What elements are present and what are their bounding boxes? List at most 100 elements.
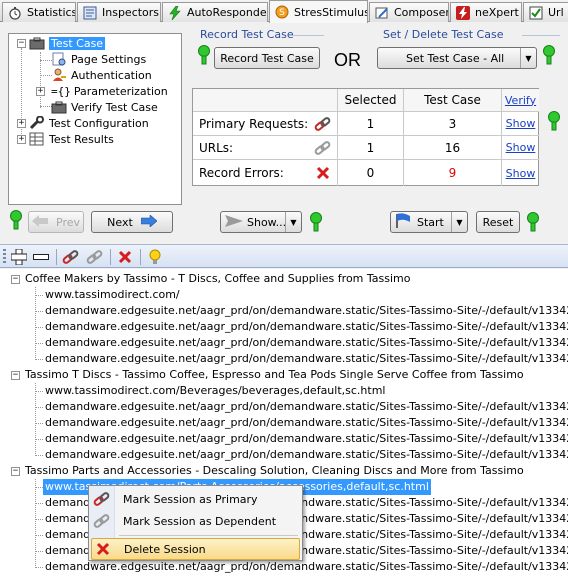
- collapse-toggle[interactable]: −: [11, 371, 20, 380]
- next-button[interactable]: Next: [91, 211, 173, 233]
- lightbulb-icon[interactable]: [146, 248, 164, 266]
- tree-node-test-results[interactable]: Test Results: [29, 131, 114, 147]
- start-button[interactable]: Start ▼: [390, 211, 468, 233]
- arrow-left-icon: [32, 214, 48, 230]
- expand-toggle[interactable]: +: [36, 87, 45, 96]
- results-grid-icon: [29, 132, 45, 146]
- session-row[interactable]: demandware.edgesuite.net/aagr_prd/on/dem…: [45, 399, 568, 415]
- session-row[interactable]: demandware.edgesuite.net/aagr_prd/on/dem…: [45, 351, 568, 367]
- menu-item-delete-session[interactable]: Delete Session: [91, 538, 300, 560]
- show-link[interactable]: Show: [502, 136, 539, 160]
- tab-stresstimulus[interactable]: S StresStimulus: [269, 0, 368, 23]
- status-light-green-icon: [548, 110, 560, 132]
- toolbar-grip[interactable]: [3, 249, 6, 265]
- tree-node-label: Test Results: [49, 132, 114, 146]
- menu-item-mark-dependent[interactable]: Mark Session as Dependent: [91, 510, 300, 532]
- tree-node-test-configuration[interactable]: Test Configuration: [29, 115, 149, 131]
- briefcase-icon: [51, 100, 67, 114]
- compose-icon: [374, 5, 390, 21]
- tree-node-page-settings[interactable]: Page Settings: [51, 51, 146, 67]
- show-link[interactable]: Show: [502, 160, 539, 186]
- tree-node-authentication[interactable]: Authentication: [51, 67, 152, 83]
- red-x-icon[interactable]: [116, 248, 134, 266]
- tree-node-label: Authentication: [71, 68, 152, 82]
- prev-button[interactable]: Prev: [28, 211, 84, 233]
- tab-label: Composer: [394, 6, 449, 19]
- red-x-icon: [309, 160, 338, 186]
- tab-statistics[interactable]: Statistics: [2, 2, 76, 22]
- set-group-title: Set / Delete Test Case: [383, 28, 504, 41]
- wrench-icon: [29, 116, 45, 130]
- session-row[interactable]: demandware.edgesuite.net/aagr_prd/on/dem…: [45, 415, 568, 431]
- chain-link-icon[interactable]: [62, 248, 80, 266]
- session-row[interactable]: demandware.edgesuite.net/aagr_prd/on/dem…: [45, 447, 568, 463]
- tab-label: Url Re: [548, 6, 568, 19]
- chevron-down-icon[interactable]: ▼: [520, 48, 536, 68]
- chevron-down-icon[interactable]: ▼: [285, 212, 301, 232]
- session-row[interactable]: demandware.edgesuite.net/aagr_prd/on/dem…: [45, 319, 568, 335]
- session-row[interactable]: demandware.edgesuite.net/aagr_prd/on/dem…: [45, 335, 568, 351]
- session-group-title[interactable]: Coffee Makers by Tassimo - T Discs, Coff…: [25, 271, 410, 287]
- session-row[interactable]: www.tassimodirect.com/Beverages/beverage…: [45, 383, 385, 399]
- show-link[interactable]: Show: [502, 112, 539, 136]
- tab-label: StresStimulus: [294, 5, 368, 19]
- stats-test-case-value: 3: [404, 112, 502, 136]
- tab-url-rewrite[interactable]: Url Re: [523, 2, 568, 22]
- record-group-title: Record Test Case: [200, 28, 294, 41]
- stats-selected-value: 1: [338, 136, 404, 160]
- arrow-right-icon: [140, 213, 158, 230]
- set-test-case-dropdown[interactable]: Set Test Case - All ▼: [377, 47, 537, 69]
- tab-composer[interactable]: Composer: [369, 2, 449, 22]
- red-x-icon: [92, 540, 114, 558]
- stats-row-label: Primary Requests:: [193, 112, 309, 136]
- collapse-all-icon[interactable]: [32, 248, 50, 266]
- session-row[interactable]: demandware.edgesuite.net/aagr_prd/on/dem…: [45, 431, 568, 447]
- svg-text:S: S: [279, 8, 285, 18]
- menu-item-mark-primary[interactable]: Mark Session as Primary: [91, 488, 300, 510]
- tree-node-label: Page Settings: [71, 52, 147, 66]
- send-icon: [225, 214, 243, 231]
- show-dropdown-button[interactable]: Show... ▼: [220, 211, 302, 233]
- session-group-title[interactable]: Tassimo T Discs - Tassimo Coffee, Espres…: [25, 367, 524, 383]
- status-light-green-icon: [543, 44, 555, 66]
- session-row[interactable]: demandware.edgesuite.net/aagr_prd/on/dem…: [45, 303, 568, 319]
- set-test-case-value: Set Test Case - All: [406, 51, 505, 65]
- tree-node-test-case[interactable]: Test Case: [29, 35, 106, 51]
- flag-icon: [395, 213, 411, 231]
- chain-link-icon: [91, 490, 113, 508]
- collapse-toggle[interactable]: −: [11, 467, 20, 476]
- tree-node-label: Test Case: [49, 36, 106, 50]
- stats-selected-value: 1: [338, 112, 404, 136]
- record-test-case-button[interactable]: Record Test Case: [214, 47, 320, 69]
- status-light-green-icon: [310, 211, 322, 233]
- collapse-toggle[interactable]: −: [11, 275, 20, 284]
- session-row[interactable]: www.tassimodirect.com/: [45, 287, 180, 303]
- page-settings-icon: [51, 52, 67, 66]
- config-tree: − Test Case Page Settings Authentication…: [8, 33, 182, 205]
- gray-link-icon: [309, 136, 338, 160]
- status-light-green-icon: [527, 211, 539, 233]
- expand-toggle[interactable]: +: [17, 135, 26, 144]
- reset-button[interactable]: Reset: [476, 211, 520, 233]
- tab-inspectors[interactable]: Inspectors: [77, 2, 161, 22]
- gray-link-icon[interactable]: [86, 248, 104, 266]
- session-row[interactable]: demandware.edgesuite.net/aagr_prd/on/dem…: [45, 559, 568, 575]
- collapse-toggle[interactable]: −: [17, 39, 26, 48]
- inspect-icon: [82, 5, 98, 21]
- tree-node-parameterization[interactable]: ={} Parameterization: [51, 83, 168, 99]
- session-group-title[interactable]: Tassimo Parts and Accessories - Descalin…: [25, 463, 524, 479]
- stats-row-label: Record Errors:: [199, 166, 284, 180]
- chevron-down-icon[interactable]: ▼: [451, 212, 467, 232]
- tree-node-verify-test-case[interactable]: Verify Test Case: [51, 99, 158, 115]
- status-light-green-icon: [198, 44, 210, 66]
- stats-header-selected: Selected: [338, 89, 404, 112]
- stats-test-case-value: 16: [404, 136, 502, 160]
- tab-label: Statistics: [27, 6, 76, 19]
- tab-nexpert[interactable]: neXpert: [450, 2, 522, 22]
- tab-autoresponder[interactable]: AutoResponder: [162, 2, 268, 22]
- verify-link[interactable]: Verify: [502, 89, 539, 112]
- tab-strip: Statistics Inspectors AutoResponder S St…: [0, 0, 568, 23]
- expand-toggle[interactable]: +: [17, 119, 26, 128]
- expand-all-icon[interactable]: [10, 248, 28, 266]
- status-light-green-icon: [10, 209, 22, 231]
